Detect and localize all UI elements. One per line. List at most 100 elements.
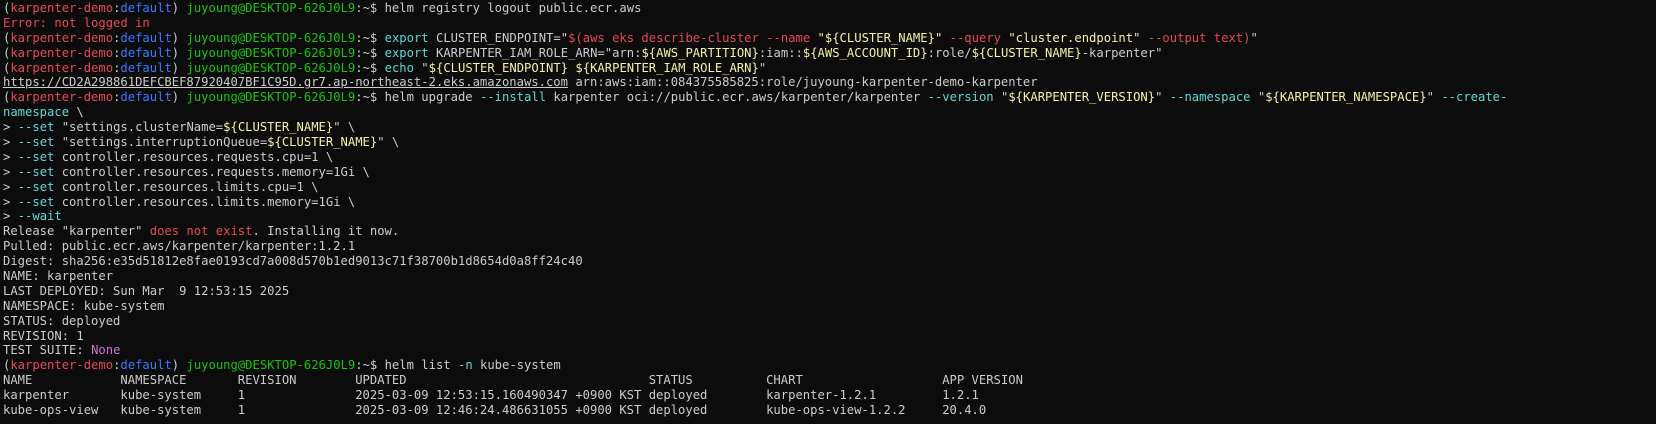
terminal-text: None: [91, 343, 121, 358]
terminal-text: ): [171, 30, 187, 45]
terminal-line: NAME: karpenter: [3, 269, 1653, 284]
terminal-text: controller.resources.requests.memory=1Gi…: [54, 164, 370, 179]
terminal-text: >: [3, 120, 18, 135]
terminal-text: --set: [17, 120, 55, 135]
terminal-text: . Installing it now.: [252, 224, 400, 239]
terminal-line: (karpenter-demo:default) juyoung@DESKTOP…: [3, 61, 1653, 76]
terminal-line: > --set controller.resources.requests.me…: [3, 165, 1653, 180]
terminal-text: >: [3, 194, 18, 209]
terminal-text: NAME: karpenter: [3, 269, 114, 284]
terminal-text: "settings.clusterName=: [54, 120, 224, 135]
terminal-text: >: [3, 135, 18, 150]
terminal-text: karpenter oci://public.ecr.aws/karpenter…: [546, 90, 928, 105]
terminal-text: ): [171, 358, 187, 373]
terminal-line: Digest: sha256:e35d51812e8fae0193cd7a008…: [3, 254, 1653, 269]
terminal-text: export: [384, 45, 429, 60]
terminal-text: ${KARPENTER_VERSION}: [1008, 90, 1156, 105]
terminal-text: default: [120, 45, 172, 60]
terminal-text: ): [171, 60, 187, 75]
terminal-text: kube-ops-view kube-system 1 2025-03-09 1…: [3, 403, 987, 418]
terminal-text: --set: [17, 135, 55, 150]
terminal-text: :~$: [355, 45, 385, 60]
terminal-text: ${KARPENTER_NAMESPACE}: [1265, 90, 1427, 105]
terminal-text: ${AWS_ACCOUNT_ID}: [802, 45, 928, 60]
terminal-text: karpenter-demo: [10, 90, 114, 105]
terminal-text: karpenter-demo: [10, 358, 114, 373]
terminal-text: karpenter-demo: [10, 60, 114, 75]
terminal-text: :~$ helm registry logout public.ecr.aws: [355, 1, 642, 15]
terminal-line: > --set "settings.clusterName=${CLUSTER_…: [3, 120, 1653, 135]
terminal-text: >: [3, 149, 18, 164]
terminal-text: CLUSTER_ENDPOINT=": [428, 30, 569, 45]
terminal-text: ": [1250, 30, 1258, 45]
terminal-text: --set: [17, 164, 55, 179]
terminal-text: " \: [333, 120, 356, 135]
terminal-text: >: [3, 209, 18, 224]
terminal-text: default: [120, 60, 172, 75]
terminal-text: ": [1426, 90, 1442, 105]
terminal-text: juyoung@DESKTOP-626J0L9: [186, 60, 356, 75]
terminal-text: :~$ helm upgrade: [355, 90, 480, 105]
terminal-text: --set: [17, 179, 55, 194]
terminal-text: >: [3, 164, 18, 179]
terminal-text: controller.resources.requests.cpu=1 \: [54, 149, 334, 164]
terminal-text: --namespace: [1169, 90, 1251, 105]
terminal-text: karpenter-demo: [10, 30, 114, 45]
terminal-text: --version: [927, 90, 994, 105]
terminal-text: -n: [457, 358, 473, 373]
terminal-text: KARPENTER_IAM_ROLE_ARN="arn:: [428, 45, 642, 60]
terminal-text: default: [120, 1, 172, 15]
terminal-text: NAMESPACE: kube-system: [3, 298, 165, 313]
terminal-line: LAST DEPLOYED: Sun Mar 9 12:53:15 2025: [3, 284, 1653, 299]
terminal-line: (karpenter-demo:default) juyoung@DESKTOP…: [3, 46, 1653, 61]
terminal-text: ${CLUSTER_ENDPOINT}: [428, 60, 569, 75]
terminal-text: --query: [942, 30, 1009, 45]
terminal-text: ": [993, 90, 1009, 105]
terminal-line: https://CD2A298861DEFCBEF87920407BF1C95D…: [3, 75, 1653, 90]
terminal-text: --wait: [17, 209, 62, 224]
terminal-text: --install: [480, 90, 547, 105]
terminal-text: Digest: sha256:e35d51812e8fae0193cd7a008…: [3, 254, 583, 269]
terminal-text: --output text): [1140, 30, 1251, 45]
terminal-line: REVISION: 1: [3, 329, 1653, 344]
terminal-line: TEST SUITE: None: [3, 343, 1653, 358]
terminal-text: TEST SUITE:: [3, 343, 92, 358]
terminal-line: karpenter kube-system 1 2025-03-09 12:53…: [3, 388, 1653, 403]
terminal-text: karpenter kube-system 1 2025-03-09 12:53…: [3, 388, 979, 403]
terminal-text: ": [758, 60, 767, 75]
terminal-line: (karpenter-demo:default) juyoung@DESKTOP…: [3, 1, 1653, 16]
terminal-text: -karpenter": [1081, 45, 1163, 60]
terminal-text: ": [413, 60, 429, 75]
terminal-text: karpenter-demo: [10, 1, 114, 15]
terminal-text: NAME NAMESPACE REVISION UPDATED STATUS C…: [3, 373, 1023, 388]
terminal-line: > --set controller.resources.limits.cpu=…: [3, 180, 1653, 195]
terminal-link[interactable]: https://CD2A298861DEFCBEF87920407BF1C95D…: [3, 75, 568, 89]
terminal-text: export: [384, 30, 429, 45]
terminal-text: echo: [384, 60, 414, 75]
terminal-line: NAMESPACE: kube-system: [3, 299, 1653, 314]
terminal-text: juyoung@DESKTOP-626J0L9: [186, 90, 356, 105]
terminal-text: kube-system: [472, 358, 561, 373]
terminal-text: "cluster.endpoint": [1008, 30, 1141, 45]
terminal-text: default: [120, 30, 172, 45]
terminal-window[interactable]: (karpenter-demo:default) juyoung@DESKTOP…: [0, 0, 1656, 424]
terminal-line: Release "karpenter" does not exist. Inst…: [3, 224, 1653, 239]
terminal-line: kube-ops-view kube-system 1 2025-03-09 1…: [3, 403, 1653, 418]
terminal-text: ${KARPENTER_IAM_ROLE_ARN}: [575, 60, 759, 75]
terminal-text: --set: [17, 194, 55, 209]
terminal-text: juyoung@DESKTOP-626J0L9: [186, 45, 356, 60]
terminal-line: STATUS: deployed: [3, 314, 1653, 329]
terminal-text: juyoung@DESKTOP-626J0L9: [186, 1, 356, 15]
terminal-text: juyoung@DESKTOP-626J0L9: [186, 358, 356, 373]
terminal-text: :role/: [927, 45, 972, 60]
terminal-text: namespace: [3, 105, 70, 120]
terminal-text: ": [1155, 90, 1170, 105]
terminal-text: --set: [17, 149, 55, 164]
terminal-text: ): [171, 90, 187, 105]
terminal-text: :iam::: [758, 45, 803, 60]
terminal-text: " \: [377, 135, 400, 150]
terminal-text: juyoung@DESKTOP-626J0L9: [186, 30, 356, 45]
terminal-line: NAME NAMESPACE REVISION UPDATED STATUS C…: [3, 373, 1653, 388]
terminal-line: > --set controller.resources.requests.cp…: [3, 150, 1653, 165]
terminal-text: controller.resources.limits.memory=1Gi \: [54, 194, 356, 209]
